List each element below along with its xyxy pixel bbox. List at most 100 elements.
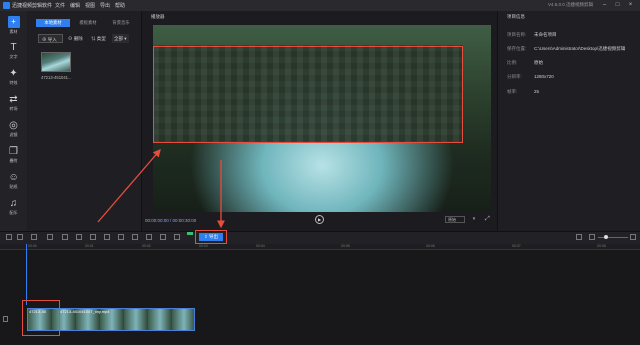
play-button[interactable]: ▶ (315, 215, 324, 224)
speed-icon[interactable] (76, 234, 82, 240)
annotation-box-export (195, 230, 227, 244)
nav-item-media[interactable]: + 素材 (0, 13, 27, 41)
prop-value: 25 (534, 89, 540, 94)
nav-label: 特效 (9, 80, 18, 85)
ruler-tick: 00:00 (28, 244, 37, 248)
media-clip-label: 47213-451041... (41, 75, 72, 80)
filter-icon: ◎ (9, 120, 18, 131)
menu-view[interactable]: 视图 (85, 2, 95, 9)
effects-icon: ✦ (9, 68, 18, 79)
volume-icon[interactable]: ◖ (472, 216, 479, 223)
overlay-icon: ❐ (9, 146, 18, 157)
nav-label: 转场 (9, 106, 18, 111)
filter-select[interactable]: 全部 ▾ (112, 34, 129, 43)
zoom-out-icon[interactable] (589, 234, 595, 240)
zoom-in-icon[interactable] (630, 234, 636, 240)
nav-item-sticker[interactable]: ☺ 贴纸 (0, 169, 27, 197)
title-bar (0, 0, 640, 11)
chevron-down-icon: ▾ (123, 36, 127, 41)
mic-icon[interactable] (160, 234, 166, 240)
prop-key: 分辨率: (507, 74, 522, 79)
nav-item-effects[interactable]: ✦ 特效 (0, 65, 27, 93)
media-icon: + (7, 16, 20, 28)
rotate-icon[interactable] (132, 234, 138, 240)
duration-icon[interactable] (118, 234, 124, 240)
transition-icon: ⇄ (9, 94, 18, 105)
properties-title: 项目信息 (507, 14, 525, 19)
delete-label: 删除 (73, 36, 83, 41)
delete-button[interactable]: ⊖ 删除 (68, 34, 83, 43)
prop-value: 未命名项目 (534, 32, 557, 37)
prop-key: 保存位置: (507, 46, 527, 51)
color-icon[interactable] (174, 234, 180, 240)
menu-help[interactable]: 帮助 (115, 2, 125, 9)
annotation-box-clip (22, 300, 60, 336)
menu-file[interactable]: 文件 (55, 2, 65, 9)
time-readout: 00:00:00:00 / 00:00:30:00 (145, 218, 197, 223)
ruler-tick: 00:01 (85, 244, 94, 248)
tab-background-music[interactable]: 背景音乐 (105, 19, 137, 27)
ruler-tick: 00:03 (199, 244, 208, 248)
app-logo-icon (3, 2, 10, 9)
ruler-tick: 00:02 (142, 244, 151, 248)
fullscreen-icon[interactable]: ⤢ (485, 216, 492, 223)
prop-value: 1280x720 (534, 74, 554, 79)
nav-label: 叠附 (9, 158, 18, 163)
delete-icon[interactable] (31, 234, 37, 240)
minimize-icon[interactable]: – (600, 1, 609, 10)
filter-value: 全部 (114, 36, 123, 41)
maximize-icon[interactable]: □ (613, 1, 622, 10)
record-icon[interactable] (146, 234, 152, 240)
filter-type[interactable]: ⇅ 类型 (91, 34, 106, 43)
nav-label: 文字 (9, 54, 18, 59)
timeline-toolbar (0, 231, 640, 244)
playhead[interactable] (26, 244, 27, 305)
split-icon[interactable] (47, 234, 53, 240)
filter-label: 类型 (96, 36, 106, 41)
zoom-slider[interactable] (598, 237, 628, 238)
nav-item-overlay[interactable]: ❐ 叠附 (0, 143, 27, 171)
fit-icon[interactable] (576, 234, 582, 240)
annotation-box-mosaic (153, 46, 463, 143)
nav-label: 素材 (9, 29, 18, 34)
nav-item-filter[interactable]: ◎ 滤镜 (0, 117, 27, 145)
zoom-slider-handle[interactable] (604, 235, 608, 239)
ruler-tick: 00:05 (341, 244, 350, 248)
track-lock-icon[interactable] (3, 316, 8, 322)
ruler-tick: 00:06 (426, 244, 435, 248)
ruler-tick: 00:07 (512, 244, 521, 248)
close-icon[interactable]: × (626, 1, 635, 10)
status-mark (187, 232, 193, 235)
freeze-icon[interactable] (104, 234, 110, 240)
nav-item-transition[interactable]: ⇄ 转场 (0, 91, 27, 119)
import-label: 导入 (47, 37, 57, 42)
tab-template-media[interactable]: 模板素材 (72, 19, 104, 27)
menu-edit[interactable]: 编辑 (70, 2, 80, 9)
properties-panel (497, 11, 640, 231)
prop-key: 项目名称: (507, 32, 527, 37)
preview-title: 播放器 (151, 14, 165, 19)
nav-label: 贴纸 (9, 184, 18, 189)
ruler-tick: 00:04 (256, 244, 265, 248)
prop-value: 原始 (534, 60, 543, 65)
track-clip-filename: 47213-451041047_tiny.mp4 (60, 309, 110, 314)
crop-icon[interactable] (62, 234, 68, 240)
media-clip-thumbnail[interactable] (41, 52, 71, 72)
nav-label: 配乐 (9, 210, 18, 215)
tab-local-media[interactable]: 本地素材 (36, 19, 70, 27)
prop-key: 帧率: (507, 89, 518, 94)
ruler-tick: 00:08 (597, 244, 606, 248)
nav-item-music[interactable]: ♫ 配乐 (0, 195, 27, 223)
menu-export[interactable]: 导出 (100, 2, 110, 9)
prop-value: C:\Users\Administrator\Desktop\迅捷视频剪辑 (534, 46, 626, 51)
text-icon: T (10, 42, 17, 53)
mosaic-icon[interactable] (90, 234, 96, 240)
undo-icon[interactable] (6, 234, 12, 240)
redo-icon[interactable] (17, 234, 23, 240)
import-button[interactable]: ⊕ 导入 (38, 34, 63, 43)
nav-label: 滤镜 (9, 132, 18, 137)
media-panel (27, 11, 142, 231)
nav-item-text[interactable]: T 文字 (0, 39, 27, 67)
ratio-select[interactable]: 原始 (445, 216, 465, 223)
version-label: V4.5.0.0 迅捷视频剪辑 (548, 2, 594, 7)
